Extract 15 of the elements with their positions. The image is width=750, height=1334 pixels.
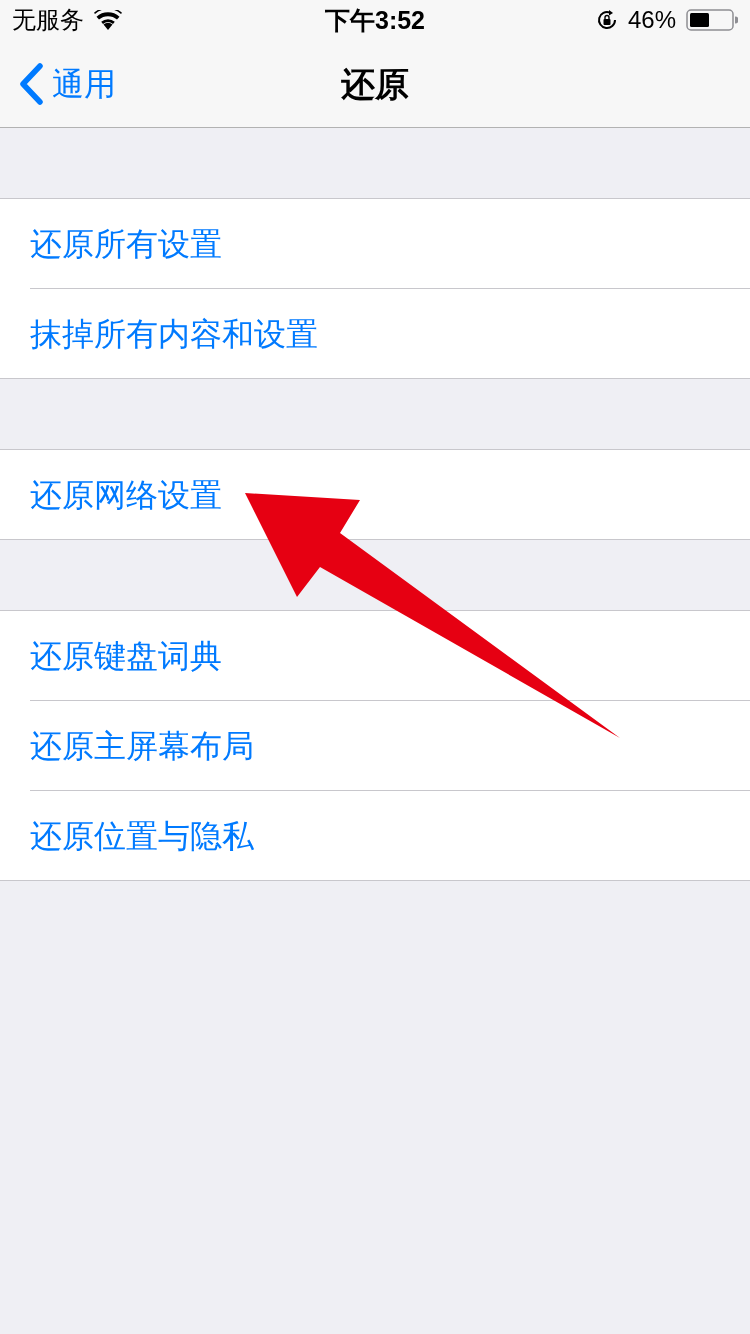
status-time: 下午3:52 bbox=[325, 7, 425, 33]
settings-row-label[interactable]: 还原键盘词典 bbox=[30, 639, 222, 672]
battery-percent: 46% bbox=[627, 8, 676, 32]
battery-icon bbox=[686, 9, 738, 31]
settings-row-label[interactable]: 还原网络设置 bbox=[30, 478, 222, 511]
orientation-lock-icon bbox=[595, 9, 618, 31]
back-button[interactable]: 通用 bbox=[0, 53, 124, 114]
wifi-icon bbox=[94, 10, 122, 30]
settings-row-label[interactable]: 还原所有设置 bbox=[30, 227, 222, 260]
carrier-label: 无服务 bbox=[12, 8, 84, 32]
nav-title: 还原 bbox=[341, 66, 409, 101]
chevron-left-icon bbox=[18, 62, 44, 105]
settings-row-label[interactable]: 抹掉所有内容和设置 bbox=[30, 317, 318, 350]
settings-row-label[interactable]: 还原位置与隐私 bbox=[30, 819, 254, 852]
settings-row-label[interactable]: 还原主屏幕布局 bbox=[30, 729, 254, 762]
